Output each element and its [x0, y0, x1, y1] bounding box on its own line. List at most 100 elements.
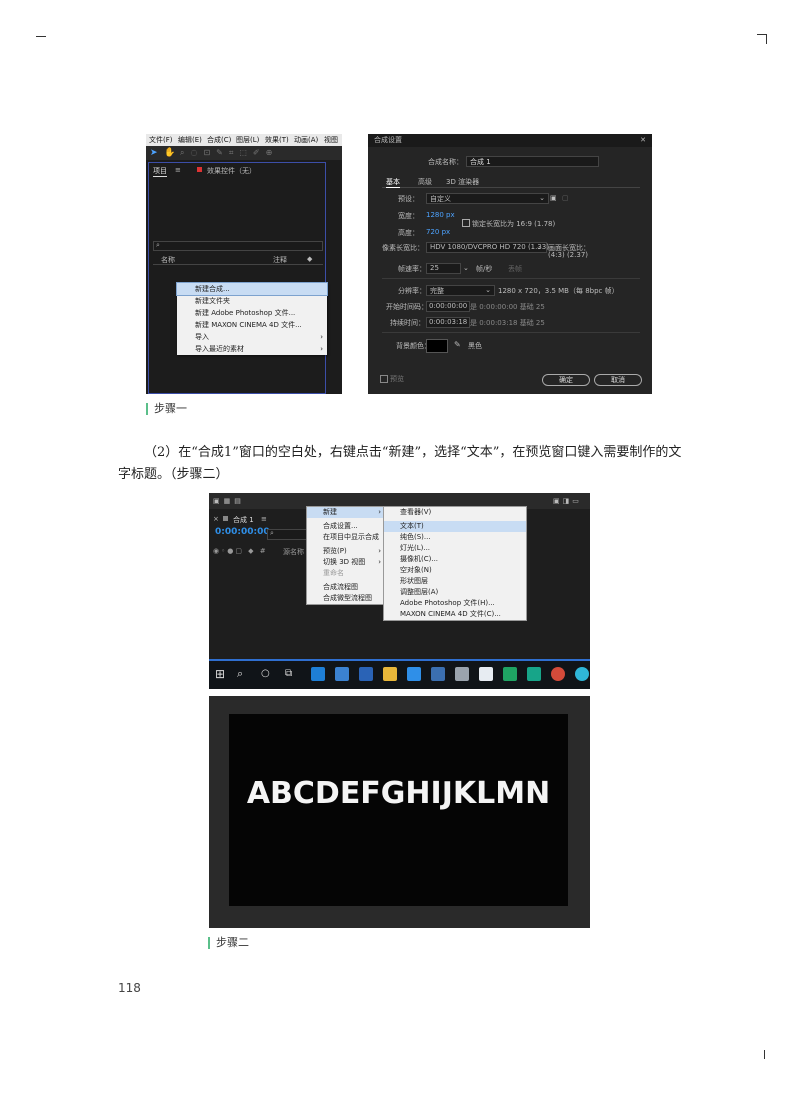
start-timecode-input[interactable]: 0:00:00:00 [426, 301, 470, 312]
app-icon-green[interactable] [503, 667, 517, 681]
chevron-right-icon: › [378, 558, 381, 566]
panel-menu-icon[interactable]: ≡ [261, 515, 267, 523]
submenu-item-adjustment-layer[interactable]: 调整图层(A) [384, 587, 526, 598]
delete-preset-icon[interactable]: ▢ [562, 194, 569, 202]
cortana-icon[interactable]: ○ [261, 667, 275, 681]
app-icon-blue[interactable] [407, 667, 421, 681]
resolution-dropdown[interactable]: 完整 ⌄ [426, 285, 495, 296]
column-name[interactable]: 名称 [161, 255, 175, 265]
menu-effect[interactable]: 效果(T) [265, 134, 289, 146]
menu-file[interactable]: 文件(F) [149, 134, 173, 146]
submenu-item-photoshop-file[interactable]: Adobe Photoshop 文件(H)... [384, 598, 526, 609]
preview-checkbox[interactable] [380, 375, 388, 383]
submenu-item-text[interactable]: 文本(T) [384, 521, 526, 532]
menu-item-new-photoshop-file[interactable]: 新建 Adobe Photoshop 文件... [177, 307, 327, 319]
comp-name-input[interactable]: 合成 1 [466, 156, 599, 167]
menu-item-label: 在项目中显示合成 [323, 533, 379, 541]
column-comment[interactable]: 注释 [273, 255, 287, 265]
edge-browser-icon[interactable] [311, 667, 325, 681]
submenu-item-light[interactable]: 灯光(L)... [384, 543, 526, 554]
duration-input[interactable]: 0:00:03:18 [426, 317, 470, 328]
menu-item-comp-settings[interactable]: 合成设置... [307, 521, 385, 532]
menu-animation[interactable]: 动画(A) [294, 134, 318, 146]
layer-switch-icons[interactable]: ◉◦●▢ ◆ # [213, 547, 268, 555]
app-icon-cyan[interactable] [575, 667, 589, 681]
menu-item-new-folder[interactable]: 新建文件夹 [177, 295, 327, 307]
task-view-icon[interactable]: ⧉ [285, 667, 299, 681]
menu-item-label: 合成微型流程图 [323, 594, 372, 602]
divider [382, 278, 640, 279]
menu-item-label: 新建 Adobe Photoshop 文件... [195, 309, 296, 317]
comp-tab-label[interactable]: 合成 1 [233, 515, 254, 525]
submenu-item-cinema4d-file[interactable]: MAXON CINEMA 4D 文件(C)... [384, 609, 526, 620]
close-icon[interactable]: ✕ [640, 134, 646, 147]
height-value[interactable]: 720 px [426, 228, 450, 236]
tab-effect-controls[interactable]: 效果控件（无） [207, 166, 256, 176]
fps-dropdown[interactable]: 25 [426, 263, 461, 274]
fps-drop-frame[interactable]: 丢帧 [508, 264, 522, 274]
app-icon-cloud[interactable] [431, 667, 445, 681]
eyedropper-icon[interactable]: ✎ [454, 340, 461, 349]
menu-item-reveal-in-project[interactable]: 在项目中显示合成 [307, 532, 385, 543]
menu-composition[interactable]: 合成(C) [207, 134, 231, 146]
timeline-search-input[interactable]: ⌕ [267, 529, 309, 540]
app-icon-teal[interactable] [527, 667, 541, 681]
tab-3d-renderer[interactable]: 3D 渲染器 [446, 177, 479, 187]
close-icon[interactable]: × [213, 515, 219, 523]
tab-project[interactable]: 项目 [153, 166, 167, 177]
menu-item-mini-flowchart[interactable]: 合成微型流程图 [307, 593, 385, 604]
menu-item-label: 预览(P) [323, 547, 347, 555]
frame-aspect-value: (4:3) (2.37) [548, 251, 589, 259]
menu-item-new-composition[interactable]: 新建合成... [176, 282, 328, 296]
submenu-item-shape-layer[interactable]: 形状图层 [384, 576, 526, 587]
pixel-aspect-dropdown[interactable]: HDV 1080/DVCPRO HD 720 (1.33) [426, 242, 549, 253]
menu-view[interactable]: 视图 [324, 134, 338, 146]
cancel-button[interactable]: 取消 [594, 374, 642, 386]
search-icon[interactable]: ⌕ [237, 667, 251, 681]
menu-item-label: 调整图层(A) [400, 588, 439, 596]
pen-app-icon[interactable] [335, 667, 349, 681]
toolbar-right-icons[interactable]: ▣◨▭ [553, 497, 582, 505]
menu-item-flowchart[interactable]: 合成流程图 [307, 582, 385, 593]
composition-canvas[interactable]: ABCDEFGHIJKLMN [229, 714, 568, 906]
menu-item-import-recent[interactable]: 导入最近的素材 › [177, 343, 327, 355]
toolbar: ➤ ✋ ⌕◌⊡✎⌗⬚✐⊕ [146, 146, 342, 160]
panel-menu-icon[interactable]: ≡ [175, 166, 181, 174]
tool-icons[interactable]: ⌕◌⊡✎⌗⬚✐⊕ [180, 148, 278, 158]
menu-edit[interactable]: 编辑(E) [178, 134, 202, 146]
menu-item-new-cinema4d-file[interactable]: 新建 MAXON CINEMA 4D 文件... [177, 319, 327, 331]
app-icon-white[interactable] [479, 667, 493, 681]
chevron-down-icon: ⌄ [536, 243, 542, 251]
tab-basic[interactable]: 基本 [386, 177, 400, 188]
project-search-input[interactable]: ⌕ [153, 241, 323, 251]
ok-button[interactable]: 确定 [542, 374, 590, 386]
store-icon[interactable] [359, 667, 373, 681]
menu-item-switch-3d-view[interactable]: 切换 3D 视图 › [307, 557, 385, 568]
background-color-swatch[interactable] [426, 339, 448, 353]
tab-advanced[interactable]: 高级 [418, 177, 432, 187]
windows-start-icon[interactable]: ⊞ [215, 667, 229, 681]
width-value[interactable]: 1280 px [426, 211, 455, 219]
submenu-item-solid[interactable]: 纯色(S)... [384, 532, 526, 543]
submenu-item-viewer[interactable]: 查看器(V) [384, 507, 526, 518]
lock-aspect-checkbox[interactable] [462, 219, 470, 227]
preset-dropdown[interactable]: 自定义 ⌄ [426, 193, 549, 204]
menu-item-import[interactable]: 导入 › [177, 331, 327, 343]
toolbar-icons[interactable]: ▣▦▤ [213, 497, 245, 505]
crop-mark-bottom-right [764, 1050, 765, 1059]
menu-item-rename[interactable]: 重命名 [307, 568, 385, 579]
selection-tool-icon[interactable]: ➤ [150, 148, 158, 158]
menu-layer[interactable]: 图层(L) [236, 134, 259, 146]
submenu-item-null[interactable]: 空对象(N) [384, 565, 526, 576]
column-source-name[interactable]: 源名称 [283, 547, 304, 557]
app-icon-grey[interactable] [455, 667, 469, 681]
save-preset-icon[interactable]: ▣ [550, 194, 557, 202]
menu-item-preview[interactable]: 预览(P) › [307, 546, 385, 557]
timecode-display[interactable]: 0:00:00:00 [215, 527, 270, 537]
folder-icon[interactable] [383, 667, 397, 681]
preview-title-text[interactable]: ABCDEFGHIJKLMN [229, 776, 568, 811]
menu-item-new[interactable]: 新建 › [307, 507, 385, 518]
submenu-item-camera[interactable]: 摄像机(C)... [384, 554, 526, 565]
chrome-icon[interactable] [551, 667, 565, 681]
hand-tool-icon[interactable]: ✋ [164, 148, 175, 158]
